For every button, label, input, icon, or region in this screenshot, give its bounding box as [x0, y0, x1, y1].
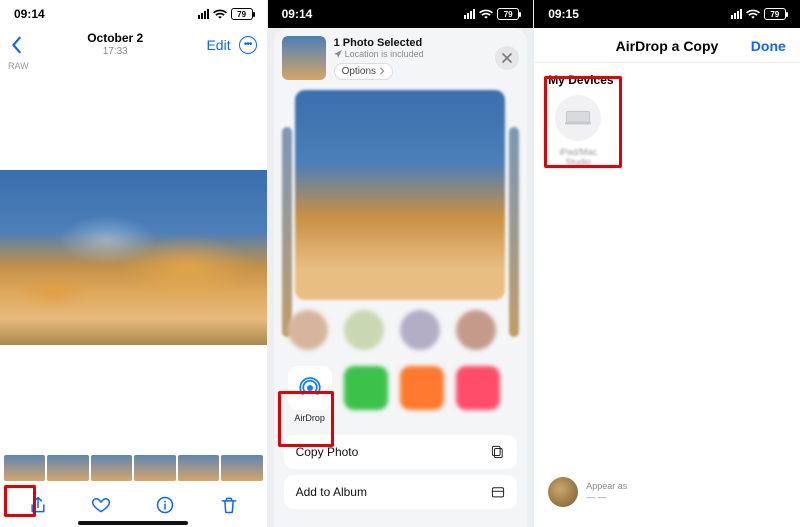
avatar	[548, 477, 578, 507]
preview-adjacent	[282, 127, 292, 337]
thumbnail[interactable]	[221, 455, 262, 481]
app-tile[interactable]	[456, 366, 500, 410]
heart-icon[interactable]	[91, 495, 111, 515]
photo-preview[interactable]	[0, 170, 267, 345]
signal-icon	[198, 9, 209, 19]
thumbnail[interactable]	[91, 455, 132, 481]
home-indicator	[78, 521, 188, 525]
contact-avatar[interactable]	[400, 310, 440, 350]
signal-icon	[464, 9, 475, 19]
status-right: 79	[731, 8, 786, 20]
photo-time: 17:33	[87, 46, 143, 58]
share-meta: 1 Photo Selected Location is included Op…	[334, 37, 488, 80]
back-button[interactable]	[10, 36, 24, 54]
photo-date: October 2	[87, 32, 143, 46]
status-time: 09:14	[282, 7, 313, 21]
wifi-icon	[479, 9, 493, 19]
footer-label: Appear as	[586, 481, 627, 492]
bottom-toolbar	[0, 489, 267, 519]
chevron-left-icon	[10, 36, 24, 54]
appear-as-footer[interactable]: Appear as — —	[548, 477, 627, 507]
signal-icon	[731, 9, 742, 19]
share-preview[interactable]	[295, 90, 505, 300]
info-icon[interactable]	[155, 495, 175, 515]
row-label: Add to Album	[296, 485, 367, 499]
wifi-icon	[213, 9, 227, 19]
nav-bar: October 2 17:33 Edit •••	[0, 28, 267, 59]
more-button[interactable]: •••	[239, 36, 257, 54]
people-row	[282, 310, 520, 350]
close-icon	[502, 53, 512, 63]
screen-photo-detail: 09:14 79 October 2 17:33 Edit ••• RAW	[0, 0, 267, 527]
screen-share-sheet: 09:14 79 1 Photo Selected Location is in…	[267, 0, 534, 527]
highlight-box	[544, 76, 622, 168]
wifi-icon	[746, 9, 760, 19]
battery-icon: 79	[497, 8, 519, 20]
album-icon	[491, 485, 505, 499]
status-bar: 09:15 79	[534, 0, 800, 28]
chevron-right-icon	[379, 67, 385, 75]
battery-icon: 79	[231, 8, 253, 20]
close-button[interactable]	[495, 46, 519, 70]
status-right: 79	[198, 8, 253, 20]
contact-avatar[interactable]	[344, 310, 384, 350]
app-tile[interactable]	[400, 366, 444, 410]
highlight-box	[278, 391, 334, 447]
app-tile[interactable]	[344, 366, 388, 410]
status-right: 79	[464, 8, 519, 20]
done-button[interactable]: Done	[734, 38, 786, 54]
edit-button[interactable]: Edit	[206, 37, 230, 53]
screen-airdrop: 09:15 79 AirDrop a Copy Done My Devices …	[533, 0, 800, 527]
contact-avatar[interactable]	[456, 310, 496, 350]
battery-icon: 79	[764, 8, 786, 20]
share-location-note: Location is included	[334, 49, 488, 59]
add-to-album-row[interactable]: Add to Album	[284, 475, 518, 509]
options-button[interactable]: Options	[334, 63, 393, 80]
share-header: 1 Photo Selected Location is included Op…	[282, 36, 520, 80]
thumbnail[interactable]	[178, 455, 219, 481]
location-arrow-icon	[334, 50, 342, 58]
thumbnail-strip[interactable]	[0, 455, 267, 481]
footer-texts: Appear as — —	[586, 481, 627, 503]
copy-icon	[491, 445, 505, 459]
thumbnail[interactable]	[4, 455, 45, 481]
highlight-box	[4, 485, 36, 517]
share-sheet: 1 Photo Selected Location is included Op…	[274, 28, 528, 527]
thumbnail[interactable]	[47, 455, 88, 481]
thumbnail[interactable]	[134, 455, 175, 481]
share-thumbnail	[282, 36, 326, 80]
status-bar: 09:14 79	[268, 0, 534, 28]
status-time: 09:15	[548, 7, 579, 21]
nav-title: October 2 17:33	[87, 32, 143, 57]
nav-bar: AirDrop a Copy Done	[534, 28, 800, 63]
status-bar: 09:14 79	[0, 0, 267, 28]
ellipsis-icon: •••	[244, 40, 252, 50]
share-title: 1 Photo Selected	[334, 37, 488, 49]
preview-adjacent	[509, 127, 519, 337]
contact-avatar[interactable]	[288, 310, 328, 350]
trash-icon[interactable]	[219, 495, 239, 515]
page-title: AirDrop a Copy	[600, 38, 734, 54]
raw-badge: RAW	[0, 59, 267, 73]
row-label: Copy Photo	[296, 445, 359, 459]
footer-name: — —	[586, 492, 627, 503]
status-time: 09:14	[14, 7, 45, 21]
